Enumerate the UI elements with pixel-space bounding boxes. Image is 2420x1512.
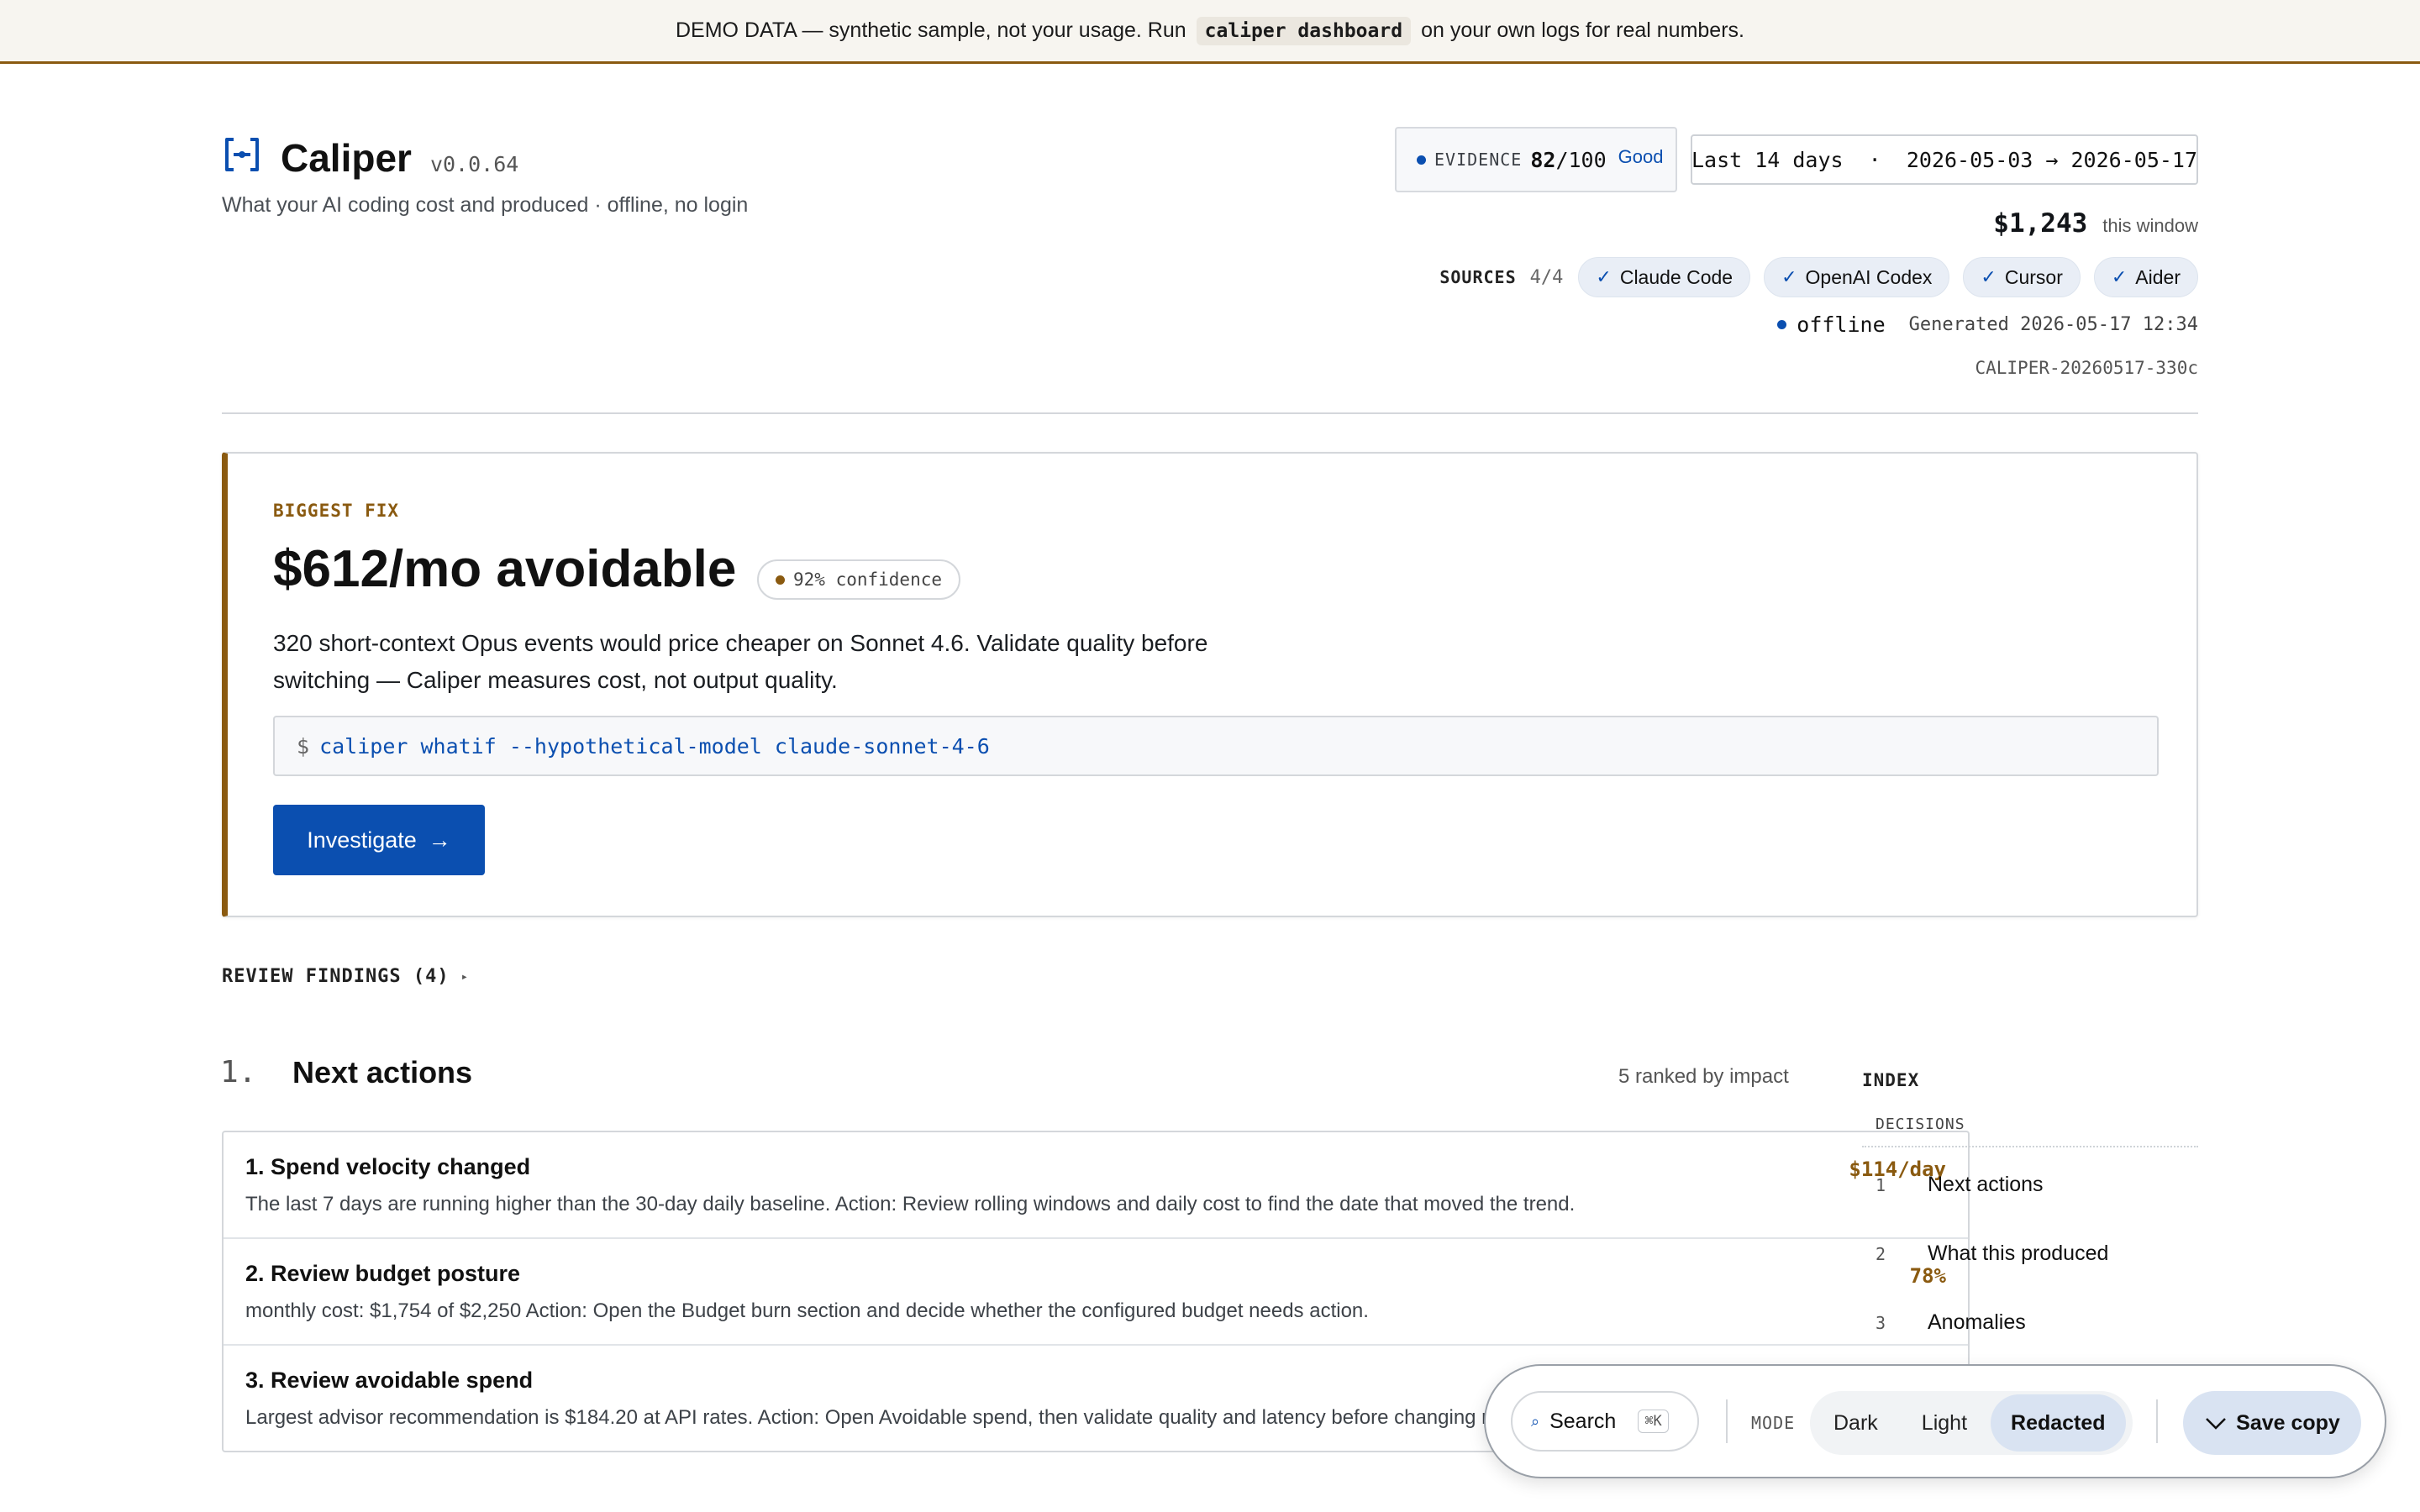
source-chip-claude-code[interactable]: ✓ Claude Code (1578, 257, 1751, 297)
window-total: $1,243 this window (1993, 208, 2198, 239)
check-icon: ✓ (1781, 266, 1797, 287)
caliper-logo-icon (225, 138, 259, 171)
total-label: this window (2102, 215, 2198, 236)
evidence-value: 82/100 (1530, 147, 1607, 172)
action-description: Largest advisor recommendation is $184.2… (245, 1406, 1549, 1429)
header-divider (222, 412, 2198, 414)
action-title: 2. Review budget posture (245, 1261, 521, 1286)
command-snippet[interactable]: $ caliper whatif --hypothetical-model cl… (273, 716, 2159, 776)
biggest-fix-eyebrow: BIGGEST FIX (273, 501, 400, 521)
biggest-fix-headline: $612/mo avoidable (273, 540, 737, 598)
app-name: Caliper (281, 136, 412, 180)
mode-switcher: Dark Light Redacted (1810, 1391, 2133, 1455)
save-copy-button[interactable]: Save copy (2183, 1391, 2361, 1455)
tagline: What your AI coding cost and produced · … (222, 193, 749, 217)
check-icon: ✓ (1981, 266, 1996, 287)
banner-tail: on your own logs for real numbers. (1421, 18, 1744, 42)
action-item[interactable]: 1. Spend velocity changed The last 7 day… (224, 1132, 1968, 1239)
evidence-dot-icon (1417, 155, 1426, 165)
status-row: offline Generated 2026-05-17 12:34 (1777, 312, 2198, 337)
sources-count: 4/4 (1529, 266, 1564, 288)
section-number: 1. (220, 1055, 257, 1089)
index-divider (1862, 1146, 2198, 1147)
toolbar-divider (1726, 1399, 1728, 1443)
mode-redacted[interactable]: Redacted (1991, 1394, 2126, 1452)
section-meta: 5 ranked by impact (1618, 1065, 1789, 1088)
source-chip-openai-codex[interactable]: ✓ OpenAI Codex (1764, 257, 1950, 297)
report-id: CALIPER-20260517-330c (1975, 358, 2198, 378)
banner-command: caliper dashboard (1196, 16, 1412, 45)
date-range-selector[interactable]: Last 14 days · 2026-05-03 → 2026-05-17 (1691, 134, 2198, 185)
action-title: 1. Spend velocity changed (245, 1154, 531, 1179)
source-chip-aider[interactable]: ✓ Aider (2093, 257, 2198, 297)
command-text[interactable]: caliper whatif --hypothetical-model clau… (319, 734, 990, 759)
index-item-next-actions[interactable]: 1 Next actions (1876, 1173, 2044, 1197)
action-description: The last 7 days are running higher than … (245, 1193, 1576, 1215)
biggest-fix-description: 320 short-context Opus events would pric… (273, 630, 1208, 693)
evidence-label: EVIDENCE (1434, 150, 1523, 170)
keyboard-shortcut: ⌘K (1638, 1410, 1669, 1433)
source-chip-cursor[interactable]: ✓ Cursor (1963, 257, 2081, 297)
mode-dark[interactable]: Dark (1813, 1394, 1898, 1452)
evidence-rating: Good (1618, 146, 1664, 167)
sources-row: SOURCES 4/4 ✓ Claude Code ✓ OpenAI Codex ✓… (1439, 257, 2198, 297)
action-description: monthly cost: $1,754 of $2,250 Action: O… (245, 1299, 1369, 1322)
action-item[interactable]: 2. Review budget posture monthly cost: $… (224, 1239, 1968, 1346)
confidence-badge: 92% confidence (757, 559, 961, 600)
review-findings-toggle[interactable]: REVIEW FINDINGS (4) ▸ (222, 966, 469, 987)
index-item-what-this-produced[interactable]: 2 What this produced (1876, 1242, 2108, 1266)
search-icon: ⌕ (1531, 1412, 1540, 1430)
section-title: Next actions (292, 1055, 473, 1089)
check-icon: ✓ (2111, 266, 2128, 287)
arrow-right-icon: → (428, 827, 451, 853)
biggest-fix-card: BIGGEST FIX $612/mo avoidable 92% confid… (222, 452, 2198, 917)
index-item-anomalies[interactable]: 3 Anomalies (1876, 1310, 2026, 1335)
app-version: v0.0.64 (429, 152, 519, 176)
floating-toolbar: ⌕ Search ⌘K MODE Dark Light Redacted Sav… (1484, 1364, 2386, 1478)
index-title: INDEX (1862, 1070, 1920, 1090)
mode-light[interactable]: Light (1902, 1394, 1987, 1452)
demo-banner: DEMO DATA — synthetic sample, not your u… (0, 0, 2420, 64)
generated-timestamp: Generated 2026-05-17 12:34 (1908, 314, 2198, 335)
mode-label: MODE (1751, 1413, 1796, 1433)
chevron-down-icon (2206, 1418, 2227, 1430)
expand-triangle-icon: ▸ (460, 969, 470, 984)
offline-status: offline (1777, 312, 1886, 337)
search-button[interactable]: ⌕ Search ⌘K (1511, 1391, 1699, 1452)
status-dot-icon (1777, 320, 1787, 329)
investigate-button[interactable]: Investigate → (273, 805, 485, 875)
toolbar-divider (2156, 1399, 2158, 1443)
brand: Caliper v0.0.64 (222, 131, 518, 181)
sources-label: SOURCES (1439, 267, 1517, 287)
prompt-symbol: $ (297, 733, 310, 759)
confidence-dot-icon (776, 575, 785, 585)
index-group-label: DECISIONS (1876, 1116, 1965, 1133)
total-amount: $1,243 (1993, 208, 2088, 239)
check-icon: ✓ (1596, 266, 1612, 287)
evidence-score[interactable]: EVIDENCE 82/100 Good (1395, 127, 1677, 192)
banner-lead: DEMO DATA — synthetic sample, not your u… (676, 18, 1186, 42)
action-impact: 78% (1909, 1264, 1946, 1288)
